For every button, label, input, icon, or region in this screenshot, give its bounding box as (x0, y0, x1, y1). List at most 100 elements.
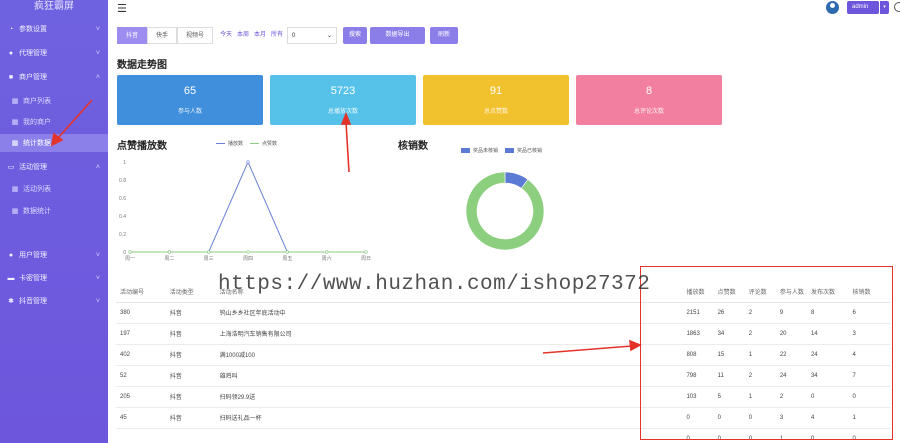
grid-icon: ▦ (11, 208, 19, 215)
chevron-down-icon: ˅ (95, 25, 100, 33)
stat-card-3: 8 总评论次数 (576, 75, 722, 125)
sidebar-item-4[interactable]: ▦ 我的商户 (0, 113, 108, 131)
annotation-box (640, 266, 893, 440)
table-cell (329, 428, 683, 443)
table-cell: 扫码送礼品一杯 (215, 407, 330, 429)
legend-swatch-like (250, 143, 260, 144)
chevron-down-icon: ˅ (95, 251, 100, 259)
refresh-button[interactable]: 刷新 (430, 27, 458, 44)
search-button[interactable]: 搜索 (343, 27, 367, 44)
stat-card-1: 5723 总播放次数 (270, 75, 416, 125)
sidebar-item-label: 商户列表 (23, 98, 51, 105)
chevron-down-icon: ˅ (95, 297, 100, 305)
legend-swatch-unredeemed (461, 148, 470, 153)
user-icon: ● (8, 49, 14, 57)
table-header-cell: 活动类型 (165, 282, 216, 303)
tab-douyin[interactable]: 抖音 (117, 27, 147, 44)
sidebar-item-3[interactable]: ▦ 商户列表 (0, 92, 108, 110)
series-point (246, 250, 250, 254)
sidebar-item-1[interactable]: ● 代理管理 ˅ (0, 44, 108, 62)
series-point (128, 250, 132, 254)
sidebar-item-8[interactable]: ▦ 数据统计 (0, 202, 108, 220)
admin-button[interactable]: admin (847, 1, 879, 14)
range-select-value: 0 (292, 33, 296, 39)
table-cell (329, 386, 683, 408)
stat-card-label: 参与人数 (177, 109, 202, 115)
table-cell: 扫码领29.9送 (215, 386, 330, 408)
table-cell: 205 (116, 386, 166, 408)
y-tick-label: 0.2 (119, 232, 126, 238)
table-cell: 雄鸡叫 (215, 365, 330, 387)
x-tick-label: 周六 (322, 255, 332, 262)
legend-label-play: 播放数 (228, 141, 244, 147)
chevron-down-icon: ⌄ (326, 33, 332, 39)
card-icon: ▬ (7, 274, 15, 282)
range-select[interactable]: 0 ⌄ (287, 27, 337, 44)
stat-card-value: 8 (645, 85, 653, 97)
table-cell: 上海浩明汽车销售有限公司 (215, 323, 330, 345)
quick-today[interactable]: 今天 (219, 27, 233, 44)
power-icon[interactable] (894, 2, 900, 12)
y-tick-label: 1 (123, 160, 126, 166)
series-point (364, 250, 368, 254)
sidebar-item-0[interactable]: ◔ 参数设置 ˅ (0, 20, 108, 38)
sidebar-item-6[interactable]: ▭ 活动管理 ˄ (0, 158, 108, 176)
series-point (167, 250, 171, 254)
quick-all[interactable]: 所有 (270, 27, 284, 44)
table-cell: 402 (116, 344, 166, 366)
series-point (285, 250, 289, 254)
chevron-down-icon: ˅ (95, 49, 100, 57)
x-tick-label: 周日 (361, 256, 371, 262)
gear-icon: ✱ (8, 298, 14, 305)
tab-kuaishou[interactable]: 快手 (147, 27, 177, 44)
table-cell (329, 407, 683, 429)
table-cell (329, 344, 683, 366)
table-cell (329, 302, 683, 324)
series-point (207, 250, 211, 254)
chevron-down-icon[interactable]: ▾ (880, 1, 889, 14)
stat-card-value: 65 (183, 85, 197, 97)
grid-icon: ▦ (11, 186, 19, 193)
table-cell: 抖音 (165, 386, 216, 408)
tab-shipinhao[interactable]: 视频号 (177, 27, 213, 44)
avatar[interactable] (826, 1, 839, 14)
sidebar-item-7[interactable]: ▦ 活动列表 (0, 180, 108, 198)
table-cell: 52 (116, 365, 166, 387)
table-cell (215, 428, 330, 443)
x-tick-label: 周四 (243, 256, 253, 262)
user-icon: ● (8, 251, 14, 259)
donut-title: 核销数 (398, 141, 428, 152)
trend-title: 数据走势图 (117, 60, 167, 71)
sidebar-item-10[interactable]: ▬ 卡密管理 ˅ (0, 269, 108, 287)
sidebar-item-label: 活动列表 (23, 186, 51, 193)
table-cell (329, 365, 683, 387)
table-cell: 钨山乡乡社区年底活动中 (215, 302, 330, 324)
series-line-0 (130, 160, 366, 253)
x-tick-label: 周一 (125, 256, 135, 262)
grid-icon: ▦ (11, 98, 19, 105)
table-cell: 380 (116, 302, 166, 324)
sidebar-item-11[interactable]: ✱ 抖音管理 ˅ (0, 292, 108, 310)
table-cell: 45 (116, 407, 166, 429)
table-cell: 抖音 (165, 407, 216, 429)
topbar: ☰ admin ▾ (108, 0, 900, 18)
sidebar-item-label: 卡密管理 (19, 275, 47, 282)
menu-toggle-icon[interactable]: ☰ (117, 2, 127, 15)
sidebar-item-label: 用户管理 (19, 252, 47, 259)
quick-month[interactable]: 本月 (253, 27, 267, 44)
export-button[interactable]: 数据导出 (370, 27, 425, 44)
sidebar-item-label: 代理管理 (19, 50, 47, 57)
sidebar-item-5[interactable]: ▦ 统计数据 (0, 134, 108, 152)
table-cell: 抖音 (165, 302, 216, 324)
table-cell: 抖音 (165, 344, 216, 366)
line-chart: 00.20.40.60.81周一 周二 周三 周四 周五 周六 周日 (119, 160, 371, 262)
stat-card-label: 总评论次数 (633, 109, 664, 115)
quick-week[interactable]: 本周 (236, 27, 250, 44)
sidebar-item-2[interactable]: ■ 商户管理 ˄ (0, 68, 108, 86)
gauge-icon: ◔ (8, 25, 14, 33)
line-legend: 播放数 点赞数 (216, 140, 277, 147)
sidebar-item-9[interactable]: ● 用户管理 ˅ (0, 246, 108, 264)
stat-card-value: 5723 (330, 85, 356, 97)
sidebar-item-label: 抖音管理 (19, 298, 47, 305)
y-tick-label: 0.6 (119, 196, 126, 202)
